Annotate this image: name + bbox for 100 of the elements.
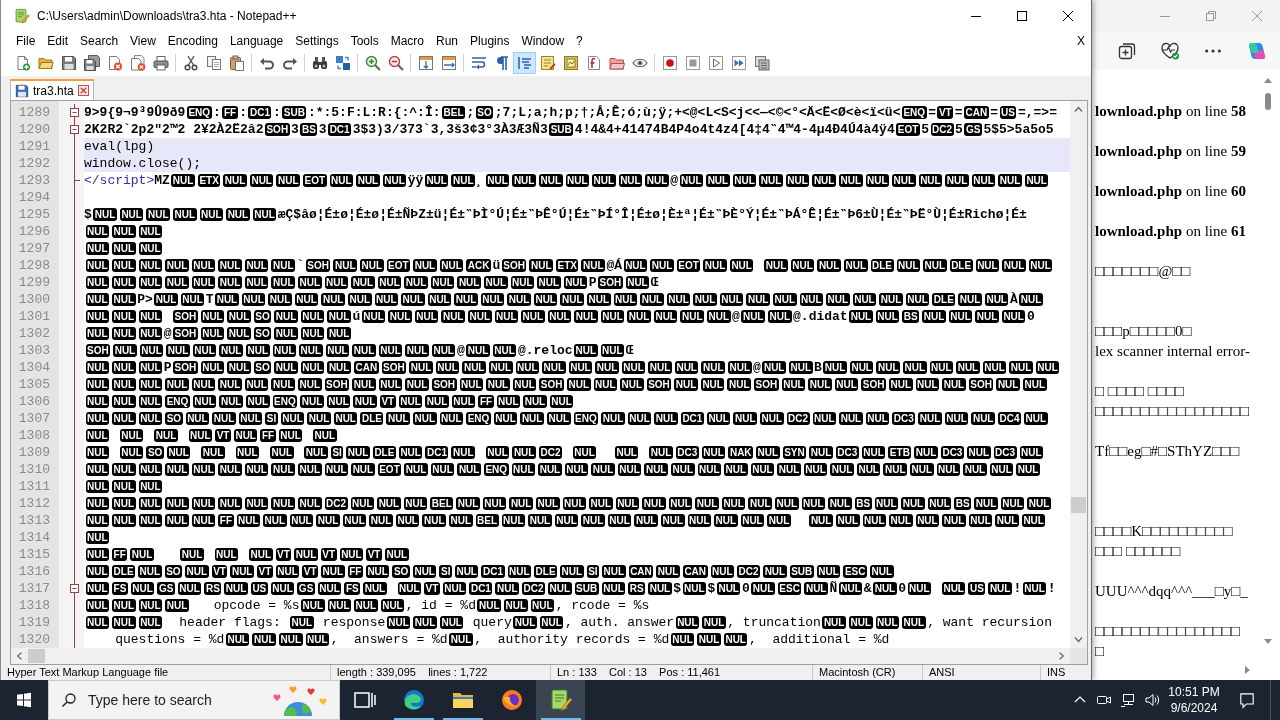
taskbar-app-button[interactable] <box>536 680 585 720</box>
menu-item[interactable]: Plugins <box>464 32 516 50</box>
code-text: $ <box>673 580 682 597</box>
page-text: lownload.php on line 58 <box>1095 102 1247 121</box>
control-char: NUL <box>849 310 873 323</box>
control-char: EOT <box>386 259 411 272</box>
control-char: NUL <box>843 259 868 272</box>
control-char: DC1 <box>680 412 704 425</box>
control-char: NUL <box>654 412 678 425</box>
menu-item[interactable]: Search <box>74 32 125 50</box>
scrollbar-thumb[interactable] <box>1071 497 1086 513</box>
control-char: RS <box>204 582 222 595</box>
control-char: SOH <box>173 327 198 340</box>
scrollbar-thumb[interactable] <box>28 649 45 663</box>
code-text: @.reloc <box>517 342 573 359</box>
fold-minus-icon[interactable] <box>69 104 80 121</box>
control-char: NUL <box>733 412 757 425</box>
folder-icon <box>37 55 54 71</box>
control-char: VT <box>211 565 228 578</box>
scroll-up-icon[interactable] <box>1263 76 1273 84</box>
document-tab[interactable]: tra3.hta <box>10 79 94 100</box>
code-text: response <box>322 614 386 631</box>
horizontal-scrollbar[interactable] <box>11 648 1070 664</box>
menu-item[interactable]: Language <box>223 32 290 50</box>
scroll-right-icon[interactable] <box>1244 665 1252 675</box>
control-char: NUL <box>112 514 136 527</box>
menu-item[interactable]: Edit <box>41 32 75 50</box>
vertical-scrollbar[interactable] <box>1070 101 1087 648</box>
indent-guide-button[interactable] <box>513 52 536 74</box>
fold-minus-icon[interactable] <box>69 580 80 597</box>
code-text: 4!4&4+41474B4P4o4t4z4[4‡4‶4™4-4µ4Ð4Ú4à4ÿ4 <box>574 121 895 138</box>
code-text: P> <box>137 291 153 308</box>
control-char: NUL <box>756 446 780 459</box>
control-char: NUL <box>138 514 163 527</box>
control-char: NUL <box>112 480 136 493</box>
folder-icon <box>608 55 625 71</box>
sync-vertical-icon <box>417 55 434 71</box>
fold-minus-icon[interactable] <box>69 121 80 138</box>
speaker-icon[interactable] <box>1144 692 1160 708</box>
notification-icon[interactable] <box>1238 691 1256 709</box>
control-char: NUL <box>869 565 894 578</box>
clock-date[interactable]: 9/6/2024 <box>1170 700 1218 716</box>
control-char: NUL <box>729 259 754 272</box>
scroll-down-icon[interactable] <box>1263 638 1273 646</box>
control-char: DC2 <box>737 565 761 578</box>
menu-item[interactable]: View <box>124 32 162 50</box>
menu-item[interactable]: ? <box>570 32 589 50</box>
network-icon[interactable] <box>1120 692 1136 708</box>
menu-item[interactable]: File <box>10 32 42 50</box>
control-char: NUL <box>192 344 217 357</box>
control-char: NUL <box>365 565 390 578</box>
menu-item[interactable]: Encoding <box>161 32 224 50</box>
control-char: NUL <box>874 497 899 510</box>
control-char: NUL <box>941 582 966 595</box>
control-char: NUL <box>695 497 719 510</box>
control-char: NUL <box>85 276 110 289</box>
control-char: NUL <box>138 599 163 612</box>
control-char: NUL <box>1002 259 1026 272</box>
menu-item[interactable]: Macro <box>384 32 430 50</box>
control-char: NUL <box>360 259 384 272</box>
control-char: NUL <box>263 514 287 527</box>
control-char: NUL <box>493 412 518 425</box>
menu-item[interactable]: Settings <box>289 32 345 50</box>
control-char: NUL <box>404 463 428 476</box>
control-char: NUL <box>865 174 890 187</box>
control-char: NUL <box>581 514 605 527</box>
close-icon <box>1063 11 1073 21</box>
control-char: NUL <box>1027 497 1051 510</box>
scrollbar-thumb[interactable] <box>1265 93 1271 110</box>
line-number: 1293 <box>17 172 51 189</box>
control-char: NUL <box>495 582 519 595</box>
control-char: NUL <box>191 276 216 289</box>
search-field[interactable]: Type here to search <box>48 680 340 720</box>
menu-item[interactable]: Run <box>430 32 465 50</box>
control-char: NUL <box>675 616 700 629</box>
control-char: NUL <box>697 633 721 646</box>
control-char: NUL <box>700 378 725 391</box>
control-char: NUL <box>803 463 828 476</box>
control-char: NUL <box>968 514 993 527</box>
menu-item[interactable]: Tools <box>344 32 385 50</box>
line-number: 1300 <box>17 291 51 308</box>
control-char: NUL <box>424 174 449 187</box>
code-text: P <box>588 274 597 291</box>
control-char: NUL <box>409 361 433 374</box>
control-char: NUL <box>233 429 258 442</box>
control-char: DC3 <box>940 446 964 459</box>
control-char: NUL <box>165 463 189 476</box>
control-char: NUL <box>466 344 490 357</box>
code-text: , additional = %d <box>749 631 890 648</box>
control-char: NUL <box>914 446 938 459</box>
close-tab-icon[interactable] <box>77 85 89 96</box>
control-char: NUL <box>248 548 273 561</box>
close-document-button[interactable]: X <box>1071 32 1091 50</box>
control-char: NUL <box>441 310 465 323</box>
code-text: 5$5>5a5o5 <box>983 121 1054 138</box>
page-text: lownload.php on line 60 <box>1095 182 1247 201</box>
clock-time[interactable]: 10:51 PM <box>1168 684 1220 700</box>
menu-item[interactable]: Window <box>515 32 571 50</box>
control-char: NUL <box>759 174 783 187</box>
control-char: NUL <box>405 344 429 357</box>
